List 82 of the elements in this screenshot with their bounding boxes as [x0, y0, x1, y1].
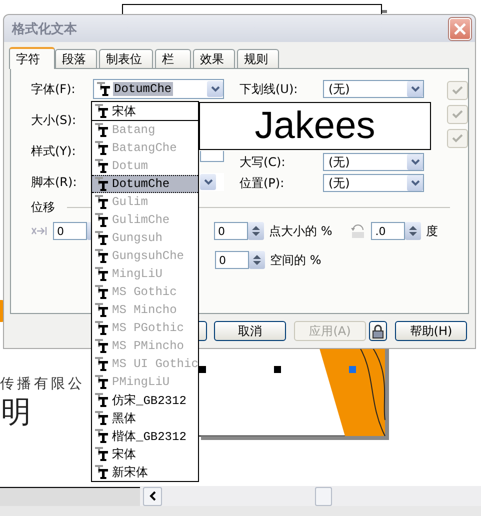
tab[interactable]: 规则 [237, 49, 279, 68]
lock-button[interactable] [369, 321, 387, 341]
tab[interactable]: 栏 [155, 49, 191, 68]
font-icon [95, 339, 108, 353]
font-icon [95, 447, 108, 461]
font-icon [95, 429, 108, 443]
underline-dropdown[interactable]: (无) [323, 80, 424, 98]
font-icon [95, 465, 108, 479]
field-label: 大写(C): [239, 154, 286, 170]
close-button[interactable] [449, 18, 471, 40]
font-icon [95, 141, 108, 155]
font-icon [95, 285, 108, 299]
field-label: 位置(P): [239, 174, 286, 192]
font-icon [95, 177, 108, 191]
font-list-item[interactable]: 仿宋_GB2312 [92, 391, 198, 409]
font-icon [95, 249, 108, 263]
rotate-icon [350, 223, 366, 239]
font-icon [95, 303, 108, 317]
font-icon [97, 82, 110, 96]
offset-icon [31, 226, 47, 236]
style-field[interactable] [200, 151, 224, 162]
chevron-down-icon [210, 86, 220, 92]
font-list-item[interactable]: 宋体 [92, 445, 198, 463]
font-icon [95, 159, 108, 173]
check-icon [452, 86, 463, 95]
field-label: 字体(F): [31, 80, 76, 98]
font-icon [95, 321, 108, 335]
close-icon [454, 22, 466, 34]
font-icon [95, 195, 108, 209]
check-icon [452, 110, 463, 119]
chevron-left-icon [149, 491, 156, 501]
company-text: 传播有限公 [0, 375, 85, 393]
font-list-item[interactable]: DotumChe [92, 175, 198, 193]
offset-field[interactable]: 0 [214, 222, 248, 240]
caps-dropdown[interactable]: (无) [323, 153, 424, 171]
tab[interactable]: 字符 [9, 47, 55, 69]
font-icon [95, 357, 108, 371]
offset-field[interactable]: 0 [53, 222, 87, 240]
angle-field[interactable]: .0 [371, 222, 406, 240]
spacing-field[interactable]: 0 [215, 251, 249, 269]
dialog-button[interactable]: 帮助(H) [395, 321, 467, 341]
font-icon [95, 231, 108, 245]
font-icon [95, 393, 108, 407]
tab[interactable]: 制表位 [99, 49, 153, 68]
chevron-down-icon [410, 159, 420, 165]
unit-label: 空间的 % [270, 252, 322, 268]
font-dropdown[interactable]: DotumChe [93, 79, 224, 99]
font-icon [95, 375, 108, 389]
font-icon [95, 411, 108, 425]
field-label: 下划线(U): [239, 80, 299, 98]
scroll-left-button[interactable] [143, 486, 162, 506]
field-label: 大小(S): [31, 112, 78, 128]
font-list-item[interactable]: 宋体 [92, 102, 198, 120]
font-icon [95, 104, 108, 118]
unit-label: 度 [426, 222, 438, 240]
font-icon [95, 123, 108, 137]
chevron-down-icon [410, 86, 420, 92]
font-list-item[interactable]: 黑体 [92, 409, 198, 427]
frame-handle [382, 10, 387, 13]
window-title: 格式化文本 [12, 20, 77, 38]
unit-label: 点大小的 % [269, 222, 332, 240]
script-dropdown[interactable] [200, 173, 224, 191]
lock-icon [372, 324, 384, 338]
group-title: 位移 [31, 198, 55, 216]
position-dropdown[interactable]: (无) [323, 174, 424, 192]
spin-button[interactable] [405, 222, 422, 240]
field-label: 脚本(R): [31, 174, 78, 190]
scrollbar-thumb[interactable] [315, 486, 332, 506]
dialog-button[interactable]: 取消 [214, 321, 286, 341]
check-icon [452, 134, 463, 143]
font-preview: Jakees [199, 102, 431, 150]
chevron-down-icon [410, 180, 420, 186]
tab[interactable]: 段落 [55, 49, 97, 68]
font-icon [95, 267, 108, 281]
chevron-down-icon [204, 179, 212, 185]
large-character: 明 [1, 394, 31, 432]
font-icon [95, 213, 108, 227]
tab[interactable]: 效果 [193, 49, 235, 68]
field-label: 样式(Y): [31, 142, 77, 160]
ok-button[interactable] [199, 321, 207, 341]
font-list-item[interactable]: 楷体_GB2312 [92, 427, 198, 445]
font-list-item[interactable]: 新宋体 [92, 463, 198, 481]
